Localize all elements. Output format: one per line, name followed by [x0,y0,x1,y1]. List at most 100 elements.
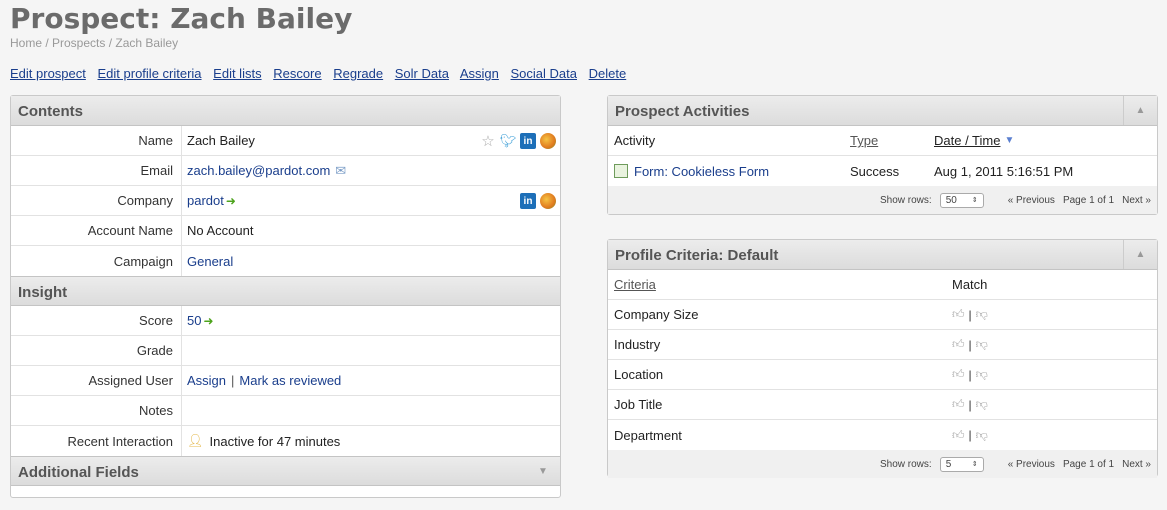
thumbs-up-icon[interactable]: 👍︎ [952,337,965,352]
criteria-row: Company Size 👍︎ | 👎︎ [608,300,1157,330]
assign-link[interactable]: Assign [460,66,499,81]
recent-interaction-value: Inactive for 47 minutes [209,433,341,449]
name-label: Name [11,126,182,155]
criteria-row: Job Title 👍︎ | 👎︎ [608,390,1157,420]
insight-header: Insight [11,276,560,306]
thumbs-down-icon[interactable]: 👎︎ [976,397,988,412]
thumbs-up-icon[interactable]: 👍︎ [952,367,965,382]
match-controls: 👍︎ | 👎︎ [952,397,988,412]
col-criteria[interactable]: Criteria [608,277,952,292]
campaign-row: Campaign General [11,246,560,276]
criteria-name: Company Size [614,307,699,322]
account-value: No Account [187,223,254,238]
thumbs-up-icon[interactable]: 👍︎ [952,307,965,322]
stepper-icon: ⇕ [971,197,978,204]
thumbs-down-icon[interactable]: 👎︎ [976,367,988,382]
rescore-link[interactable]: Rescore [273,66,321,81]
score-link[interactable]: 50 [185,313,201,328]
page-indicator: Page 1 of 1 [1062,194,1115,206]
company-globe-icon[interactable] [540,193,556,209]
match-separator: | [968,397,972,412]
regrade-link[interactable]: Regrade [333,66,383,81]
previous-link[interactable]: « Previous [1008,195,1055,206]
delete-link[interactable]: Delete [589,66,627,81]
company-linkedin-icon[interactable]: in [520,193,536,209]
score-row: Score 50 ➜ [11,306,560,336]
campaign-link[interactable]: General [185,254,233,269]
notes-label: Notes [11,396,182,425]
score-arrow-icon[interactable]: ➜ [203,314,213,328]
assign-user-link[interactable]: Assign [185,373,226,388]
criteria-row: Department 👍︎ | 👎︎ [608,420,1157,450]
edit-lists-link[interactable]: Edit lists [213,66,261,81]
criteria-rows-per-page-select[interactable]: 5 ⇕ [939,456,984,472]
linkedin-icon[interactable]: in [520,133,536,149]
twitter-icon[interactable]: 🐦︎ [500,133,517,149]
form-icon [614,164,628,178]
thumbs-down-icon[interactable]: 👎︎ [976,428,988,443]
activity-cell: Form: Cookieless Form [608,164,850,179]
criteria-row: Location 👍︎ | 👎︎ [608,360,1157,390]
match-separator: | [968,307,972,322]
breadcrumb: Home / Prospects / Zach Bailey [10,36,179,50]
col-date-time-label[interactable]: Date / Time [934,133,1000,148]
edit-prospect-link[interactable]: Edit prospect [10,66,86,81]
profile-criteria-panel: Profile Criteria: Default ▲ Criteria Mat… [607,239,1158,478]
criteria-stepper-icon: ⇕ [971,461,978,468]
activity-date: Aug 1, 2011 5:16:51 PM [934,163,1074,179]
activities-table-header: Activity Type Date / Time ▼ [608,126,1157,156]
thumbs-down-icon[interactable]: 👎︎ [976,337,988,352]
email-label: Email [11,156,182,185]
activity-link[interactable]: Form: Cookieless Form [634,164,769,179]
page-title: Prospect: Zach Bailey [10,2,353,35]
globe-icon[interactable] [540,133,556,149]
criteria-collapse-icon[interactable]: ▲ [1123,240,1157,269]
star-icon[interactable]: ☆ [480,133,496,150]
email-link[interactable]: zach.bailey@pardot.com [185,163,330,178]
recent-interaction-row: Recent Interaction 👤︎ Inactive for 47 mi… [11,426,560,456]
thumbs-down-icon[interactable]: 👎︎ [976,307,988,322]
criteria-pagination: Show rows: 5 ⇕ « Previous Page 1 of 1 Ne… [608,450,1157,478]
arrow-right-icon[interactable]: ➜ [226,194,236,208]
thumbs-up-icon[interactable]: 👍︎ [952,397,965,412]
criteria-name: Job Title [614,397,663,412]
expand-icon[interactable]: ▼ [526,457,560,486]
col-date-time[interactable]: Date / Time ▼ [934,133,1014,148]
assigned-user-label: Assigned User [11,366,182,395]
rows-per-page-select[interactable]: 50 ⇕ [939,192,984,208]
criteria-previous-link[interactable]: « Previous [1008,459,1055,470]
edit-profile-criteria-link[interactable]: Edit profile criteria [98,66,202,81]
company-row: Company pardot ➜ in [11,186,560,216]
next-link[interactable]: Next » [1122,195,1151,206]
solr-data-link[interactable]: Solr Data [395,66,449,81]
criteria-name: Location [614,367,664,382]
notes-row: Notes [11,396,560,426]
activities-pagination: Show rows: 50 ⇕ « Previous Page 1 of 1 N… [608,186,1157,214]
activities-title: Prospect Activities [615,103,750,120]
social-data-link[interactable]: Social Data [511,66,577,81]
company-link[interactable]: pardot [185,193,224,208]
name-row: Name Zach Bailey ☆ 🐦︎ in [11,126,560,156]
criteria-rows-value: 5 [945,458,952,470]
sort-down-icon[interactable]: ▼ [1004,135,1014,146]
match-controls: 👍︎ | 👎︎ [952,428,988,443]
criteria-next-link[interactable]: Next » [1122,459,1151,470]
criteria-show-rows-label: Show rows: [880,458,932,470]
show-rows-label: Show rows: [880,194,932,206]
activity-type: Success [850,163,900,179]
thumbs-up-icon[interactable]: 👍︎ [952,428,965,443]
match-separator: | [968,428,972,442]
additional-fields-title: Additional Fields [18,464,139,481]
criteria-title: Profile Criteria: Default [615,247,779,264]
mark-as-reviewed-link[interactable]: Mark as reviewed [239,373,341,388]
col-type[interactable]: Type [850,133,934,148]
additional-fields-header[interactable]: Additional Fields ▼ [11,456,560,486]
criteria-page-indicator: Page 1 of 1 [1062,458,1115,470]
mail-icon[interactable]: ✉ [335,163,346,179]
contents-panel: Contents Name Zach Bailey ☆ 🐦︎ in Email … [10,95,561,498]
criteria-header: Profile Criteria: Default ▲ [608,240,1157,270]
collapse-icon[interactable]: ▲ [1123,96,1157,125]
rows-per-page-value: 50 [945,194,957,206]
criteria-rows: Company Size 👍︎ | 👎︎ Industry 👍︎ | 👎︎ Location 👍︎… [608,300,1157,450]
criteria-name: Department [614,427,682,443]
